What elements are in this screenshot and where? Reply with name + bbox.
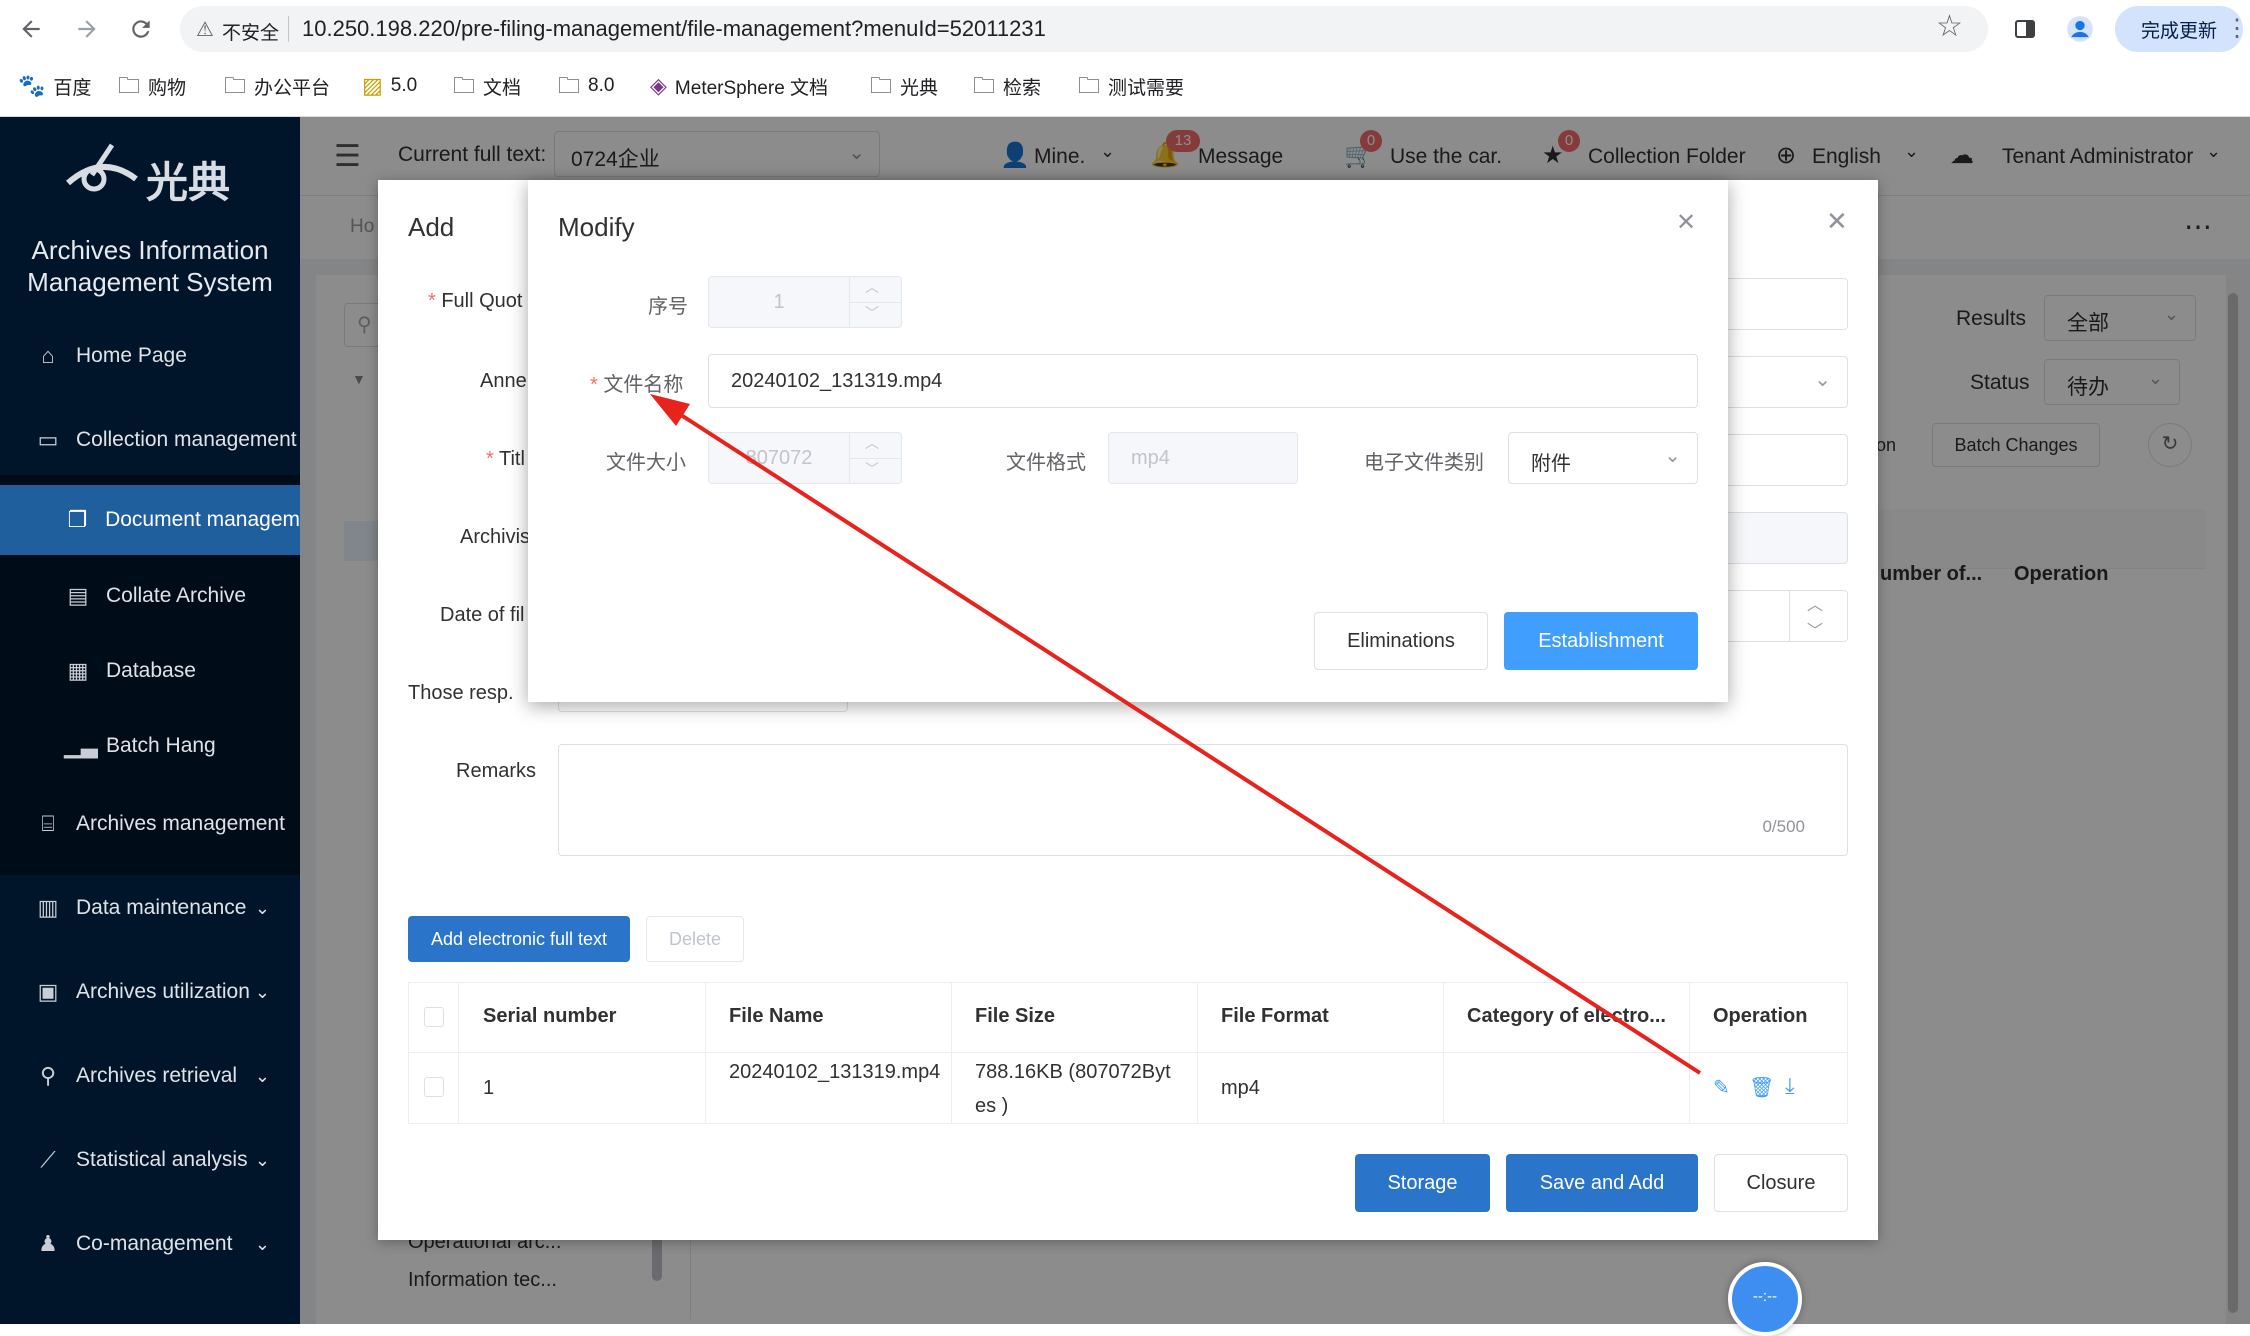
annotation-arrow <box>650 394 1702 1075</box>
floating-clock-widget[interactable]: --:-- <box>1728 1262 1802 1336</box>
